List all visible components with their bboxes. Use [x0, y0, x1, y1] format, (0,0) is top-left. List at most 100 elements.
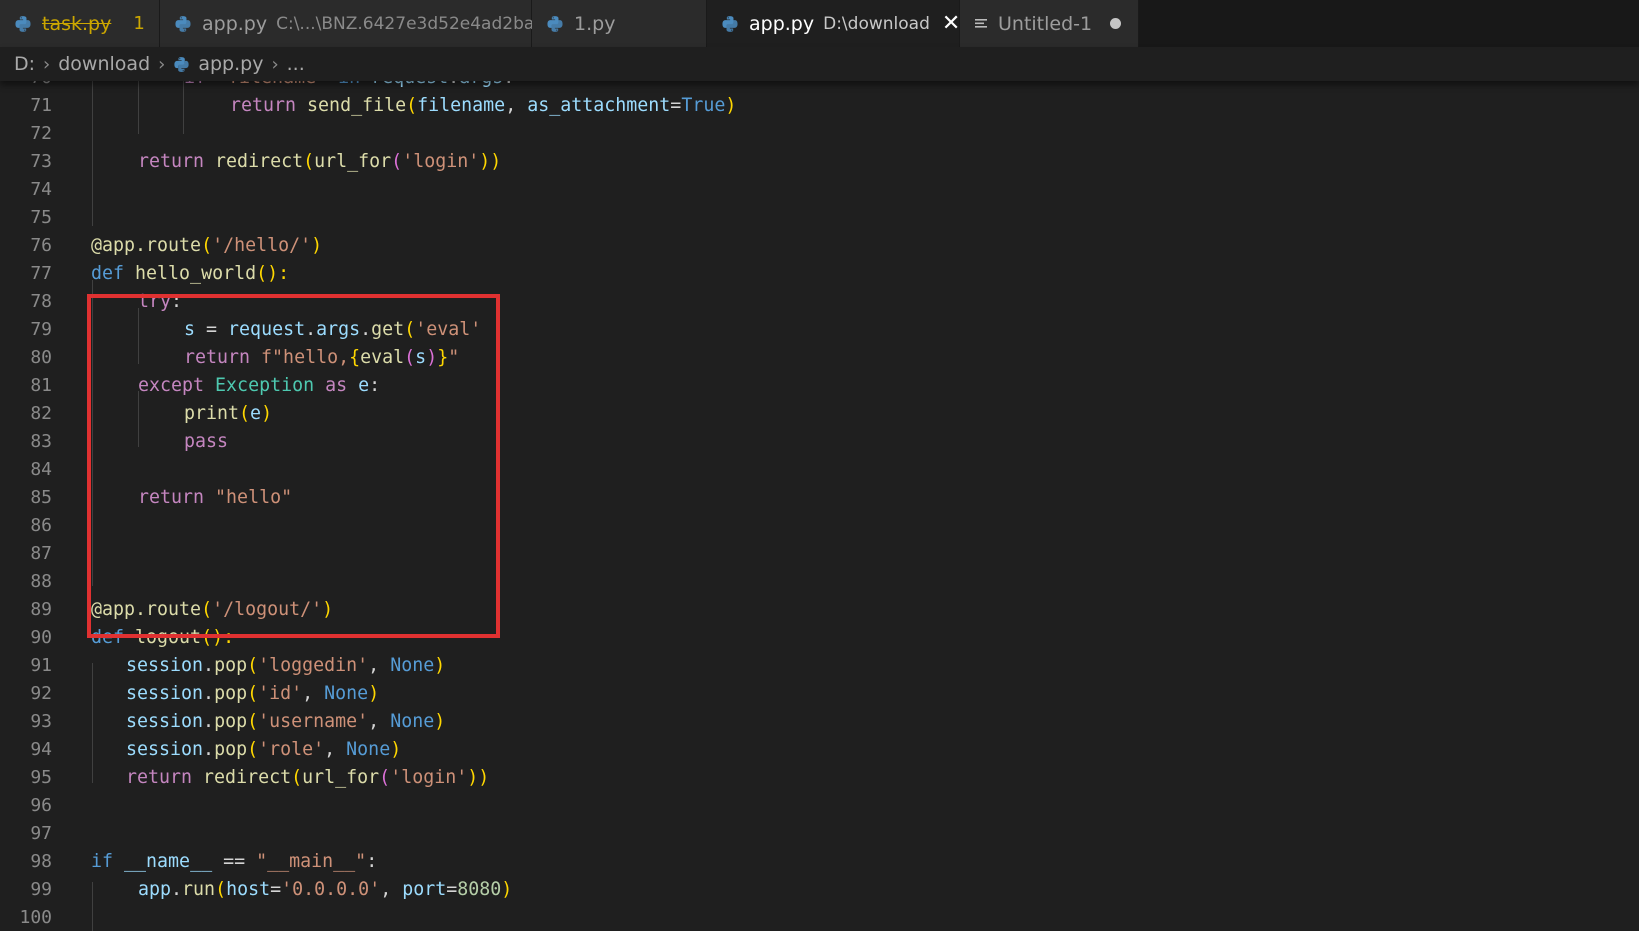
code-text: if __name__ == "__main__": — [91, 851, 378, 872]
code-line: 95 return redirect(url_for('login')) — [0, 764, 1639, 792]
breadcrumb-drive[interactable]: D: — [14, 53, 35, 75]
close-icon[interactable]: ✕ — [942, 12, 960, 35]
code-text: except Exception as e: — [138, 375, 381, 396]
line-number: 74 — [30, 179, 52, 200]
line-number: 90 — [30, 627, 52, 648]
line-number: 95 — [30, 767, 52, 788]
line-number: 96 — [30, 795, 52, 816]
code-line: 100 — [0, 904, 1639, 931]
chevron-right-icon: › — [43, 53, 51, 75]
code-line: 99 app.run(host='0.0.0.0', port=8080) — [0, 876, 1639, 904]
tab-label: app.py — [749, 12, 815, 35]
line-number: 99 — [30, 879, 52, 900]
tab-untitled-1[interactable]: Untitled-1 — [960, 0, 1139, 47]
code-text: session.pop('username', None) — [126, 711, 446, 732]
code-line: 90 def logout(): — [0, 624, 1639, 652]
problem-count-badge: 1 — [133, 13, 145, 34]
python-icon — [547, 15, 563, 32]
code-text: def logout(): — [91, 627, 235, 648]
code-text: app.run(host='0.0.0.0', port=8080) — [138, 879, 513, 900]
code-line: 97 — [0, 820, 1639, 848]
line-number: 89 — [30, 599, 52, 620]
tab-app-py-temp[interactable]: app.py C:\...\BNZ.6427e3d52e4ad2ba — [160, 0, 535, 47]
code-editor[interactable]: 70 if 'filename' in request.args: 71 ret… — [0, 78, 1639, 931]
code-line: 89 @app.route('/logout/') — [0, 596, 1639, 624]
chevron-right-icon: › — [271, 53, 279, 75]
code-text: def hello_world(): — [91, 263, 290, 284]
python-icon — [174, 56, 189, 72]
code-line: 74 — [0, 176, 1639, 204]
python-icon — [722, 15, 738, 32]
line-number: 98 — [30, 851, 52, 872]
code-text: @app.route('/logout/') — [91, 599, 334, 620]
code-text: try: — [138, 291, 183, 312]
tab-description: C:\...\BNZ.6427e3d52e4ad2ba — [276, 13, 535, 34]
line-number: 83 — [30, 431, 52, 452]
code-line: 87 — [0, 540, 1639, 568]
chevron-right-icon: › — [158, 53, 166, 75]
code-text: return f"hello,{eval(s)}" — [184, 347, 460, 368]
tab-label: Untitled-1 — [998, 12, 1093, 35]
line-number: 81 — [30, 375, 52, 396]
tab-task-py[interactable]: task.py 1 — [0, 0, 160, 47]
code-text: session.pop('loggedin', None) — [126, 655, 446, 676]
code-line: 75 — [0, 204, 1639, 232]
line-number: 86 — [30, 515, 52, 536]
tab-app-py-active[interactable]: app.py D:\download ✕ — [707, 0, 960, 47]
line-number: 93 — [30, 711, 52, 732]
tab-label: 1.py — [574, 12, 616, 35]
tab-label: task.py — [42, 12, 112, 35]
code-line: 91 session.pop('loggedin', None) — [0, 652, 1639, 680]
code-text: return send_file(filename, as_attachment… — [230, 95, 737, 116]
code-line: 79 s = request.args.get('eval' — [0, 316, 1639, 344]
line-number: 72 — [30, 123, 52, 144]
line-number: 94 — [30, 739, 52, 760]
code-line: 85 return "hello" — [0, 484, 1639, 512]
code-line: 72 — [0, 120, 1639, 148]
line-number: 79 — [30, 319, 52, 340]
code-line: 78 try: — [0, 288, 1639, 316]
code-line: 94 session.pop('role', None) — [0, 736, 1639, 764]
breadcrumb-folder[interactable]: download — [58, 53, 150, 75]
code-line: 83 pass — [0, 428, 1639, 456]
code-line: 98 if __name__ == "__main__": — [0, 848, 1639, 876]
line-number: 78 — [30, 291, 52, 312]
breadcrumb: D: › download › app.py › ... — [0, 47, 1639, 81]
code-text: @app.route('/hello/') — [91, 235, 323, 256]
code-line: 82 print(e) — [0, 400, 1639, 428]
tab-label: app.py — [202, 12, 268, 35]
code-text: print(e) — [184, 403, 273, 424]
code-text: session.pop('role', None) — [126, 739, 402, 760]
python-icon — [175, 15, 191, 32]
code-text: pass — [184, 431, 229, 452]
breadcrumb-file[interactable]: app.py — [198, 53, 263, 75]
code-line: 73 return redirect(url_for('login')) — [0, 148, 1639, 176]
breadcrumb-more[interactable]: ... — [287, 53, 305, 75]
line-number: 92 — [30, 683, 52, 704]
code-line: 81 except Exception as e: — [0, 372, 1639, 400]
line-number: 87 — [30, 543, 52, 564]
code-text: s = request.args.get('eval' — [184, 319, 482, 340]
code-line: 84 — [0, 456, 1639, 484]
code-line: 86 — [0, 512, 1639, 540]
code-line: 96 — [0, 792, 1639, 820]
line-number: 100 — [19, 907, 52, 928]
line-number: 91 — [30, 655, 52, 676]
code-text: return "hello" — [138, 487, 293, 508]
line-number: 85 — [30, 487, 52, 508]
line-number: 77 — [30, 263, 52, 284]
code-text: session.pop('id', None) — [126, 683, 380, 704]
line-number: 82 — [30, 403, 52, 424]
line-number: 80 — [30, 347, 52, 368]
line-number: 73 — [30, 151, 52, 172]
unsaved-dot-icon[interactable] — [1110, 18, 1122, 29]
code-line: 92 session.pop('id', None) — [0, 680, 1639, 708]
code-line: 88 — [0, 568, 1639, 596]
code-line: 71 return send_file(filename, as_attachm… — [0, 92, 1639, 120]
code-line: 93 session.pop('username', None) — [0, 708, 1639, 736]
code-text: return redirect(url_for('login')) — [138, 151, 502, 172]
line-number: 84 — [30, 459, 52, 480]
tab-1-py[interactable]: 1.py — [532, 0, 707, 47]
line-number: 97 — [30, 823, 52, 844]
line-number: 75 — [30, 207, 52, 228]
